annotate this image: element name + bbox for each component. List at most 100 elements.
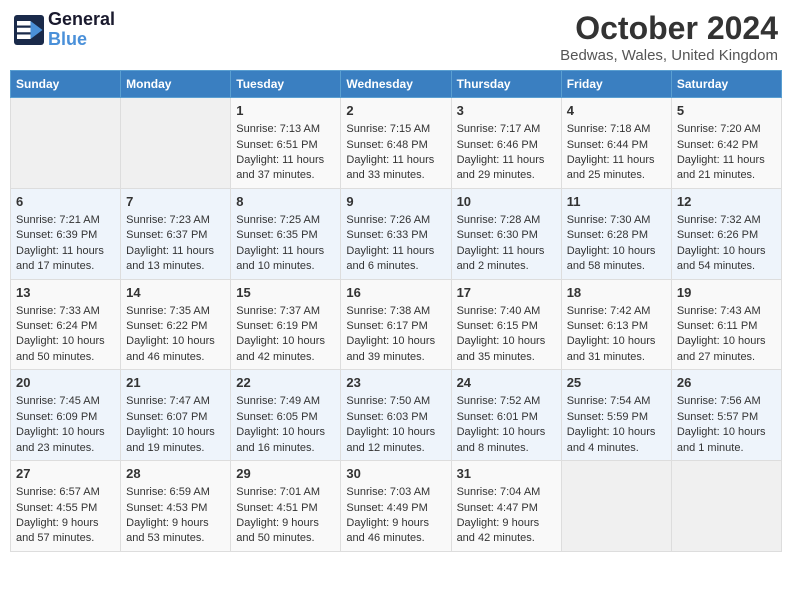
calendar-cell: 24Sunrise: 7:52 AMSunset: 6:01 PMDayligh… [451,370,561,461]
sunrise-text: Sunrise: 7:18 AM [567,122,666,137]
day-number: 4 [567,102,666,120]
sunset-text: Sunset: 4:49 PM [346,501,445,516]
sunrise-text: Sunrise: 7:01 AM [236,485,335,500]
sunset-text: Sunset: 6:11 PM [677,319,776,334]
calendar-cell: 14Sunrise: 7:35 AMSunset: 6:22 PMDayligh… [121,279,231,370]
calendar-cell: 1Sunrise: 7:13 AMSunset: 6:51 PMDaylight… [231,98,341,189]
daylight-text: Daylight: 10 hours and 58 minutes. [567,244,666,275]
sunrise-text: Sunrise: 7:50 AM [346,394,445,409]
day-number: 1 [236,102,335,120]
day-number: 8 [236,193,335,211]
day-number: 15 [236,284,335,302]
sunrise-text: Sunrise: 7:15 AM [346,122,445,137]
daylight-text: Daylight: 11 hours and 33 minutes. [346,153,445,184]
daylight-text: Daylight: 9 hours and 53 minutes. [126,516,225,547]
day-number: 17 [457,284,556,302]
sunset-text: Sunset: 6:33 PM [346,228,445,243]
title-block: October 2024 Bedwas, Wales, United Kingd… [560,10,778,64]
calendar-cell: 19Sunrise: 7:43 AMSunset: 6:11 PMDayligh… [671,279,781,370]
sunset-text: Sunset: 6:13 PM [567,319,666,334]
calendar-cell: 11Sunrise: 7:30 AMSunset: 6:28 PMDayligh… [561,188,671,279]
sunset-text: Sunset: 6:19 PM [236,319,335,334]
calendar-table: SundayMondayTuesdayWednesdayThursdayFrid… [10,70,782,552]
sunset-text: Sunset: 6:37 PM [126,228,225,243]
sunrise-text: Sunrise: 7:30 AM [567,213,666,228]
calendar-cell [11,98,121,189]
calendar-cell: 21 Sunrise: 7:47 AMSunset: 6:07 PMDayligh… [121,370,231,461]
sunset-text: Sunset: 6:24 PM [16,319,115,334]
calendar-cell [121,98,231,189]
sunset-text: Sunset: 4:53 PM [126,501,225,516]
sunset-text: Sunset: 6:30 PM [457,228,556,243]
sunset-text: Sunset: 6:01 PM [457,410,556,425]
location: Bedwas, Wales, United Kingdom [560,47,778,64]
calendar-cell: 28Sunrise: 6:59 AMSunset: 4:53 PMDayligh… [121,461,231,552]
sunset-text: Sunset: 6:15 PM [457,319,556,334]
sunrise-text: Sunrise: 7:20 AM [677,122,776,137]
sunrise-text: Sunrise: 7:49 AM [236,394,335,409]
day-number: 21 [126,374,225,392]
calendar-cell: 26Sunrise: 7:56 AMSunset: 5:57 PMDayligh… [671,370,781,461]
week-row-2: 6Sunrise: 7:21 AMSunset: 6:39 PMDaylight… [11,188,782,279]
calendar-cell: 18Sunrise: 7:42 AMSunset: 6:13 PMDayligh… [561,279,671,370]
sunset-text: Sunset: 6:42 PM [677,138,776,153]
day-header-friday: Friday [561,71,671,98]
daylight-text: Daylight: 10 hours and 39 minutes. [346,334,445,365]
daylight-text: Daylight: 9 hours and 57 minutes. [16,516,115,547]
calendar-cell: 4Sunrise: 7:18 AMSunset: 6:44 PMDaylight… [561,98,671,189]
sunset-text: Sunset: 4:55 PM [16,501,115,516]
sunrise-text: Sunrise: 7:47 AM [126,394,225,409]
calendar-cell: 3Sunrise: 7:17 AMSunset: 6:46 PMDaylight… [451,98,561,189]
day-number: 5 [677,102,776,120]
calendar-cell: 29Sunrise: 7:01 AMSunset: 4:51 PMDayligh… [231,461,341,552]
calendar-cell [671,461,781,552]
daylight-text: Daylight: 10 hours and 19 minutes. [126,425,225,456]
daylight-text: Daylight: 10 hours and 16 minutes. [236,425,335,456]
sunrise-text: Sunrise: 7:43 AM [677,304,776,319]
sunrise-text: Sunrise: 7:23 AM [126,213,225,228]
day-header-wednesday: Wednesday [341,71,451,98]
day-number: 10 [457,193,556,211]
calendar-cell: 20Sunrise: 7:45 AMSunset: 6:09 PMDayligh… [11,370,121,461]
week-row-5: 27Sunrise: 6:57 AMSunset: 4:55 PMDayligh… [11,461,782,552]
day-number: 22 [236,374,335,392]
sunrise-text: Sunrise: 7:33 AM [16,304,115,319]
sunrise-text: Sunrise: 6:57 AM [16,485,115,500]
calendar-cell: 22 Sunrise: 7:49 AMSunset: 6:05 PMDayligh… [231,370,341,461]
day-number: 24 [457,374,556,392]
daylight-text: Daylight: 9 hours and 50 minutes. [236,516,335,547]
daylight-text: Daylight: 9 hours and 42 minutes. [457,516,556,547]
page-header: General Blue October 2024 Bedwas, Wales,… [10,10,782,64]
day-number: 25 [567,374,666,392]
day-number: 9 [346,193,445,211]
logo-text-line1: General [48,10,115,30]
calendar-cell: 31Sunrise: 7:04 AMSunset: 4:47 PMDayligh… [451,461,561,552]
calendar-cell: 15Sunrise: 7:37 AMSunset: 6:19 PMDayligh… [231,279,341,370]
day-number: 20 [16,374,115,392]
day-number: 7 [126,193,225,211]
sunset-text: Sunset: 6:44 PM [567,138,666,153]
week-row-3: 13Sunrise: 7:33 AMSunset: 6:24 PMDayligh… [11,279,782,370]
day-header-sunday: Sunday [11,71,121,98]
day-number: 26 [677,374,776,392]
day-number: 12 [677,193,776,211]
sunset-text: Sunset: 5:57 PM [677,410,776,425]
daylight-text: Daylight: 11 hours and 21 minutes. [677,153,776,184]
day-header-monday: Monday [121,71,231,98]
sunrise-text: Sunrise: 7:52 AM [457,394,556,409]
sunset-text: Sunset: 6:07 PM [126,410,225,425]
day-number: 23 [346,374,445,392]
calendar-cell [561,461,671,552]
sunrise-text: Sunrise: 7:37 AM [236,304,335,319]
daylight-text: Daylight: 10 hours and 12 minutes. [346,425,445,456]
daylight-text: Daylight: 10 hours and 4 minutes. [567,425,666,456]
sunset-text: Sunset: 4:47 PM [457,501,556,516]
month-title: October 2024 [560,10,778,47]
sunset-text: Sunset: 6:09 PM [16,410,115,425]
daylight-text: Daylight: 11 hours and 13 minutes. [126,244,225,275]
calendar-cell: 13Sunrise: 7:33 AMSunset: 6:24 PMDayligh… [11,279,121,370]
sunset-text: Sunset: 6:05 PM [236,410,335,425]
day-header-thursday: Thursday [451,71,561,98]
sunrise-text: Sunrise: 7:45 AM [16,394,115,409]
day-number: 6 [16,193,115,211]
